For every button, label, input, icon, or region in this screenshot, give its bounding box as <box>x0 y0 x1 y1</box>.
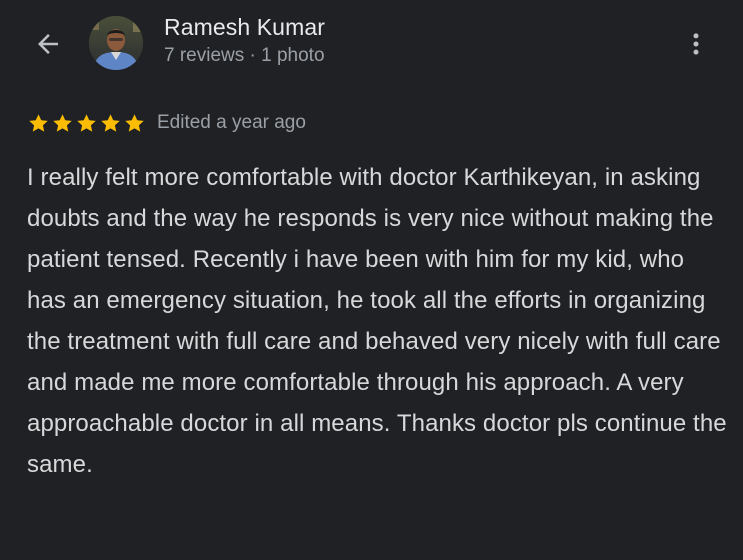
back-button[interactable] <box>26 22 70 66</box>
star-rating <box>27 112 146 135</box>
reviewer-meta: 7 reviews · 1 photo <box>164 45 325 66</box>
avatar[interactable] <box>89 16 143 70</box>
star-icon <box>53 113 72 132</box>
more-options-button[interactable] <box>676 22 716 66</box>
star-icon <box>125 113 144 132</box>
reviewer-name[interactable]: Ramesh Kumar <box>164 14 325 41</box>
star-icon <box>77 113 96 132</box>
arrow-back-icon <box>38 34 58 54</box>
more-vert-icon <box>693 33 699 55</box>
review-text: I really felt more comfortable with doct… <box>27 164 727 478</box>
rating-row: Edited a year ago <box>27 108 306 138</box>
review-header: Ramesh Kumar 7 reviews · 1 photo <box>0 0 743 90</box>
star-icon <box>29 113 48 132</box>
star-icon <box>101 113 120 132</box>
reviewer-photo <box>89 16 143 70</box>
edited-label: Edited a year ago <box>157 112 306 133</box>
